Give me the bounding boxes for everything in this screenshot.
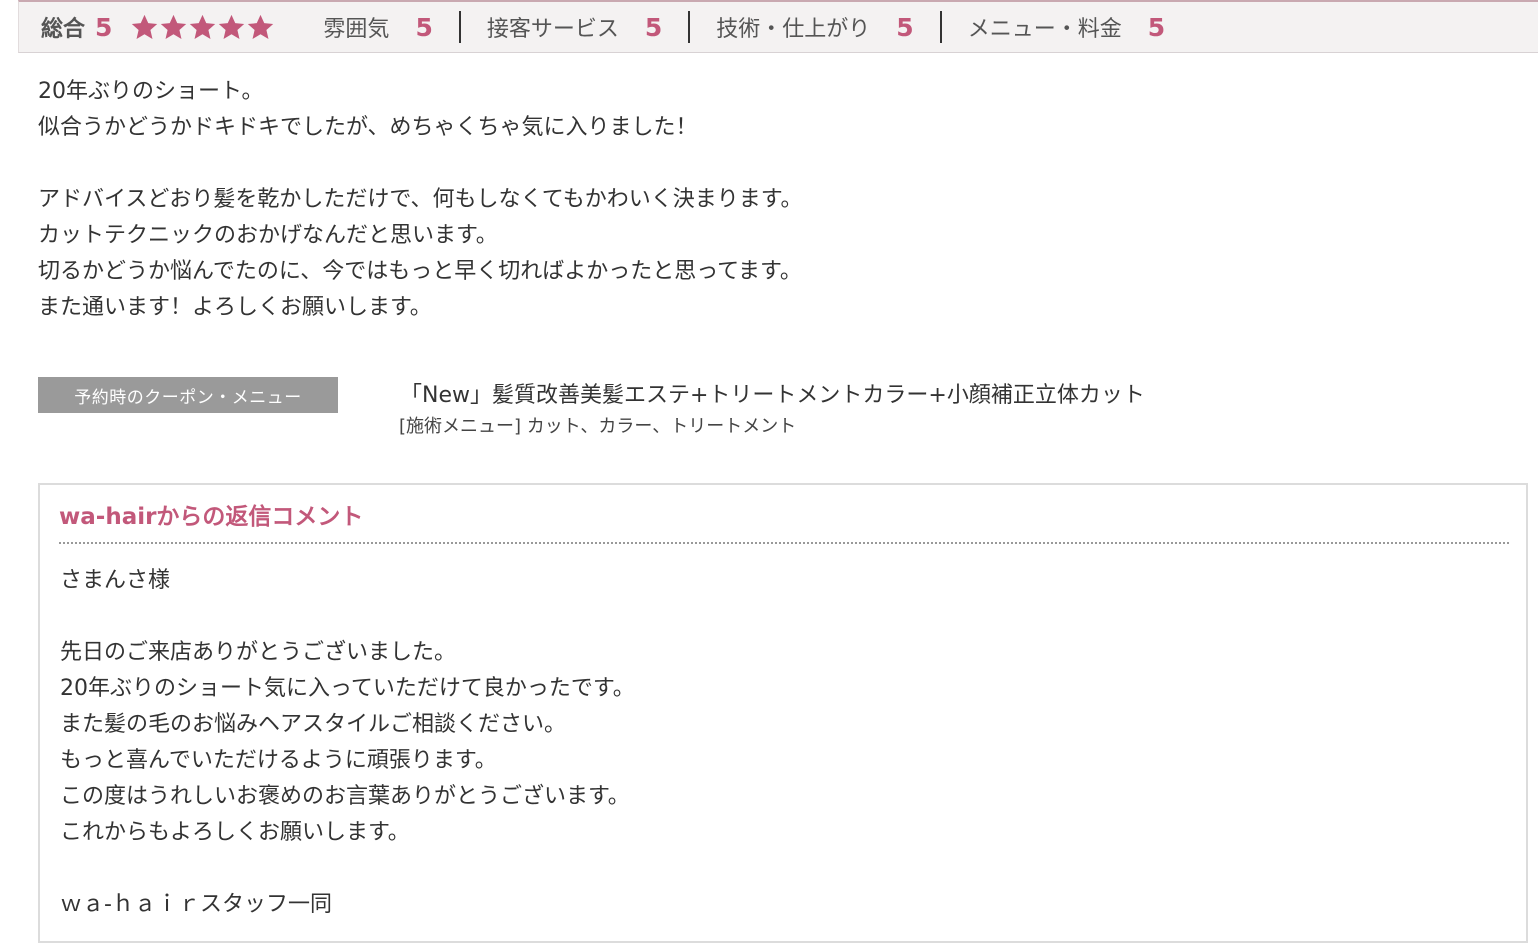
review-line: 似合うかどうかドキドキでしたが、めちゃくちゃ気に入りました！ [38,115,698,140]
category-atmosphere: 雰囲気 5 [323,11,432,43]
reply-body: さまんさ様 先日のご来店ありがとうございました。 20年ぶりのショート気に入って… [60,563,1460,923]
category-score: 5 [644,12,663,42]
category-label: メニュー・料金 [967,17,1122,42]
divider [688,11,691,43]
review-line [38,146,1038,182]
reply-line: ｗａ-ｈａｉｒスタッフ一同 [60,892,332,917]
category-score: 5 [896,12,914,42]
reply-line: この度はうれしいお褒めのお言葉ありがとうございます。 [60,784,630,809]
rating-bar: 総合 5 雰囲気 5 接客サービス 5 技術・仕上がり 5 メニュー・料金 5 [18,0,1538,53]
reply-line: 先日のご来店ありがとうございました。 [60,640,457,665]
reply-line [60,851,1460,887]
category-technique: 技術・仕上がり 5 [716,11,913,43]
star-icon [248,14,274,39]
overall-score: 5 [95,12,113,42]
star-icon [132,14,158,39]
category-label: 技術・仕上がり [716,17,871,42]
category-score: 5 [415,12,433,42]
overall-label: 総合 [41,17,86,42]
review-body: 20年ぶりのショート。 似合うかどうかドキドキでしたが、めちゃくちゃ気に入りまし… [38,74,1038,326]
category-score: 5 [1147,12,1166,42]
reply-line: さまんさ様 [60,568,171,593]
review-line: アドバイスどおり髪を乾かしただけで、何もしなくてもかわいく決まります。 [38,187,803,212]
reply-line: 20年ぶりのショート気に入っていただけて良かったです。 [60,676,635,701]
reply-line: また髪の毛のお悩みヘアスタイルご相談ください。 [60,712,567,737]
divider [939,11,942,43]
star-rating [130,13,275,42]
review-line: 切るかどうか悩んでたのに、今ではもっと早く切ればよかったと思ってます。 [38,259,802,284]
category-label: 雰囲気 [323,17,390,42]
dotted-divider [59,542,1509,544]
review-line: カットテクニックのおかげなんだと思います。 [38,223,498,248]
review-line: また通います！よろしくお願いします。 [38,295,432,320]
salon-reply-box: wa-hairからの返信コメント さまんさ様 先日のご来店ありがとうございました… [38,483,1528,943]
reply-line: これからもよろしくお願いします。 [60,820,410,845]
reply-title: wa-hairからの返信コメント [59,504,364,530]
coupon-menu-items: [施術メニュー] カット、カラー、トリートメント [399,416,797,437]
divider [458,11,461,43]
star-icon [161,14,187,39]
coupon-label: 予約時のクーポン・メニュー [38,377,338,413]
category-menu-price: メニュー・料金 5 [968,11,1165,43]
star-icon [219,14,245,39]
reply-line [60,599,1460,635]
category-label: 接客サービス [486,17,619,42]
star-icon [190,14,216,39]
reply-line: もっと喜んでいただけるように頑張ります。 [60,748,497,773]
overall-rating: 総合 5 [41,11,275,43]
review-line: 20年ぶりのショート。 [38,79,264,104]
category-service: 接客サービス 5 [487,11,662,43]
coupon-title-link[interactable]: 「New」髪質改善美髪エステ+トリートメントカラー+小顔補正立体カット [400,377,1145,409]
